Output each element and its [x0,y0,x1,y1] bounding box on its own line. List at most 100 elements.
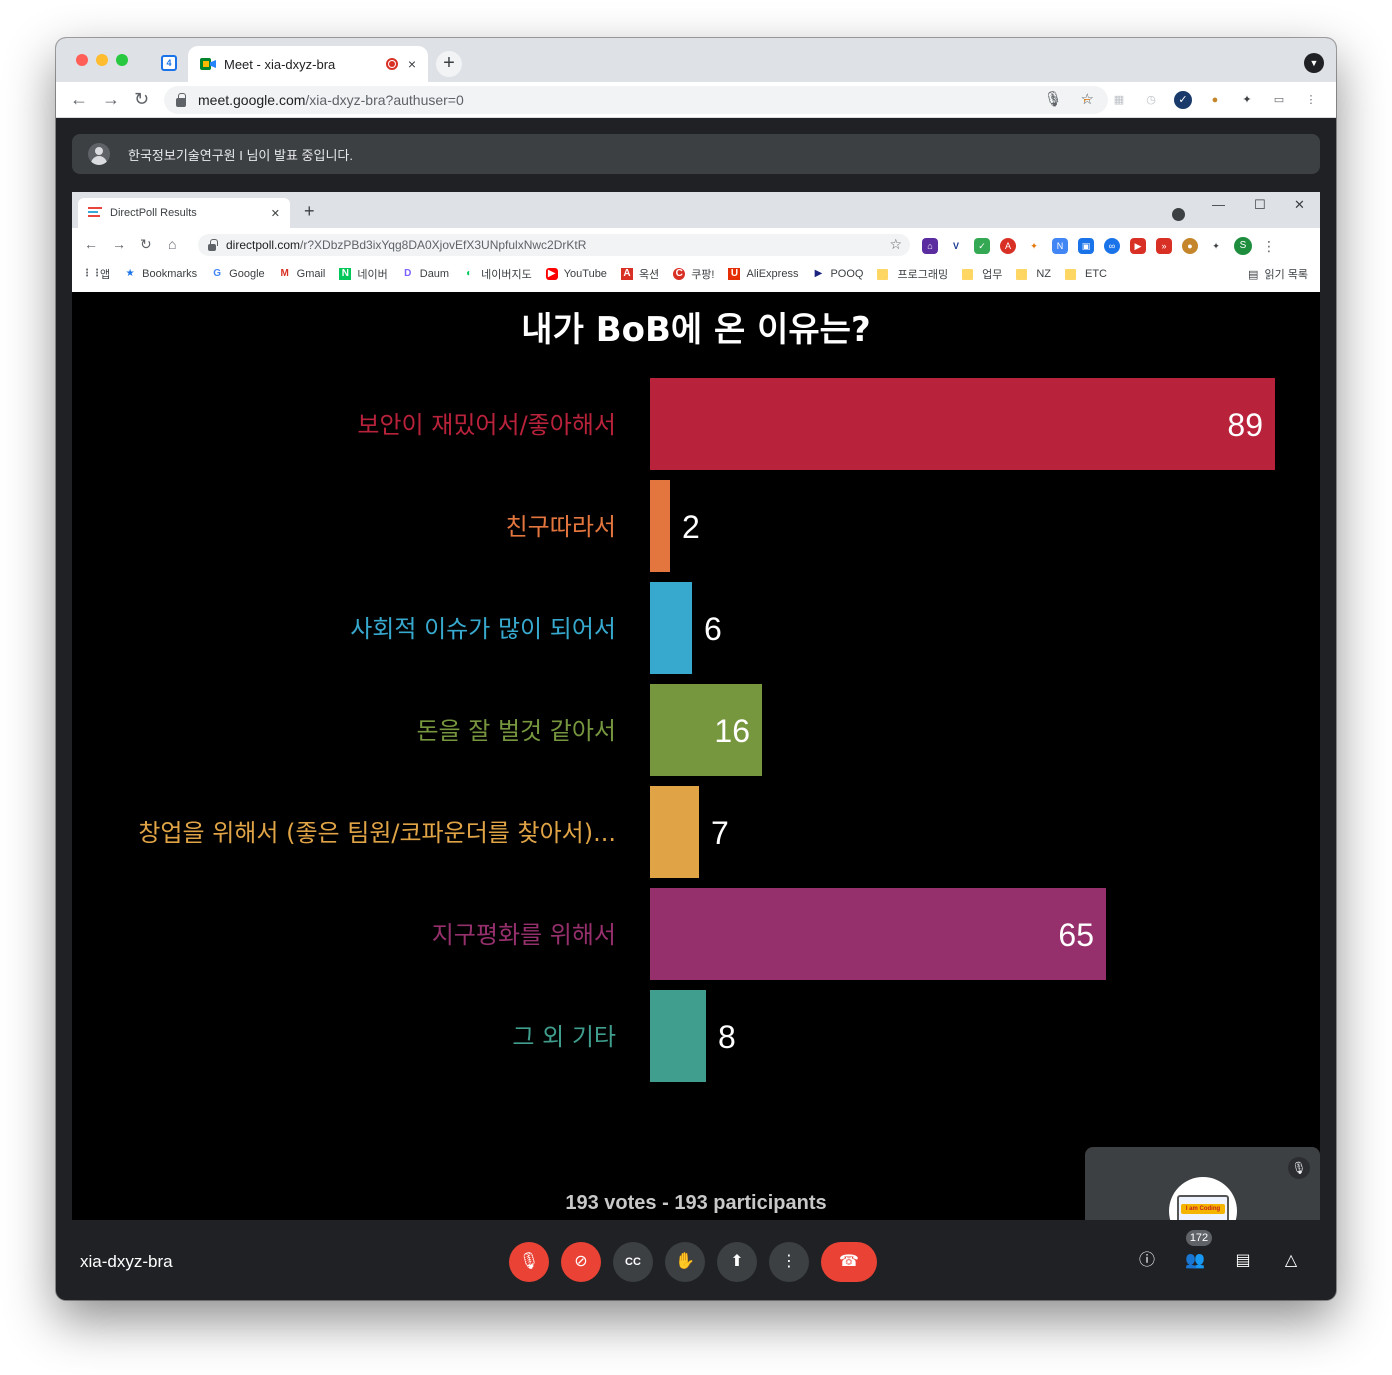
aliexpress-icon: U [728,268,741,280]
bar-value-label: 16 [714,713,750,749]
url-path: /xia-dxyz-bra?authuser=0 [305,92,464,108]
bar-value-label: 2 [682,509,700,545]
home-icon: ⌂ [168,236,177,252]
minimize-window-button[interactable] [96,54,108,66]
reload-icon[interactable]: ↻ [134,90,149,108]
bookmark-folder-programming: 프로그래밍 [897,269,949,281]
clock-extension-icon[interactable]: ◷ [1142,91,1160,109]
close-window-button[interactable] [76,54,88,66]
puzzle-extensions-icon[interactable]: ✦ [1238,91,1256,109]
bar [650,990,706,1082]
ext-loop-icon: ∞ [1104,238,1120,254]
avatar-logo: I am Coding [1181,1204,1225,1214]
eyedropper-extension-icon[interactable]: ✎ [1046,91,1064,109]
participants-icon[interactable]: 👥 172 [1184,1230,1212,1272]
camera-off-icon[interactable]: ⊘ [561,1242,601,1282]
cast-extension-icon[interactable]: ▭ [1270,91,1288,109]
folder-icon [1016,268,1028,280]
check-extension-icon[interactable]: ✓ [1174,91,1192,109]
poll-title: 내가 BoB에 온 이유는? [521,310,871,350]
url-host: meet.google.com [198,92,306,108]
mic-off-icon[interactable]: 🎙 [509,1242,549,1282]
cookie-extension-icon[interactable]: ● [1206,91,1224,109]
bookmark-folder-work: 업무 [982,269,1003,281]
address-bar[interactable]: meet.google.com/xia-dxyz-bra?authuser=0 … [164,86,1108,114]
shared-profile-avatar: S [1234,237,1252,255]
captions-icon[interactable]: CC [613,1242,653,1282]
lock-icon [176,92,186,107]
more-options-icon[interactable]: ⋮ [769,1242,809,1282]
reading-list-label: 읽기 목록 [1264,269,1308,281]
bar-value-label: 6 [704,611,722,647]
google-meet-icon [200,57,216,71]
info-icon[interactable]: ⓘ [1136,1250,1158,1272]
shared-lock-icon [208,238,218,251]
ext-house-icon: ⌂ [922,238,938,254]
apps-grid-icon: ⋮⋮ [82,268,102,279]
activities-icon[interactable]: △ [1280,1250,1302,1272]
tag-extension-icon[interactable]: ⌐ [1078,91,1096,109]
bar-label: 친구따라서 [506,513,616,541]
grid-extension-icon[interactable]: ▦ [1110,91,1128,109]
bookmark-pooq: POOQ [830,268,864,280]
extensions-row: ✎ ⌐ ▦ ◷ ✓ ● ✦ ▭ ⋮ [1046,91,1320,109]
more-menu-icon[interactable]: ⋮ [1302,91,1320,109]
pinned-tab-calendar[interactable]: 4 [152,48,186,78]
call-controls: 🎙 ⊘ CC ✋ ⬆ ⋮ ☎ [509,1242,877,1282]
auction-icon: A [620,268,633,280]
ext-bird-icon: ✦ [1030,241,1038,251]
shared-tab-strip: DirectPoll Results ✕ + — ☐ ✕ [72,192,1320,228]
browser-window: 4 Meet - xia-dxyz-bra × + ▼ ← → ↻ meet.g… [56,38,1336,1300]
minimize-icon: — [1212,197,1225,212]
meeting-code: xia-dxyz-bra [80,1252,173,1271]
bookmark-youtube: YouTube [563,268,607,280]
folder-icon [962,268,974,280]
forward-arrow-icon[interactable]: → [102,90,120,108]
zoom-window-button[interactable] [116,54,128,66]
shared-address-bar: directpoll.com/r?XDbzPBd3ixYqg8DA0XjovEf… [198,234,910,256]
bar-label: 그 외 기타 [512,1023,616,1051]
new-tab-button[interactable]: + [436,51,462,77]
google-icon: G [213,268,222,279]
browser-toolbar: ← → ↻ meet.google.com/xia-dxyz-bra?authu… [56,82,1336,118]
star-icon: ★ [125,268,135,279]
present-icon[interactable]: ⬆ [717,1242,757,1282]
bookmark-naver-map: 네이버지도 [481,269,532,281]
raise-hand-icon[interactable]: ✋ [665,1242,705,1282]
shared-tab-title: DirectPoll Results [110,207,197,219]
naver-map-icon: ◐ [466,268,473,279]
back-arrow-icon[interactable]: ← [70,90,88,108]
directpoll-icon [88,207,102,219]
naver-icon: N [339,268,352,280]
bar-label: 창업을 위해서 (좋은 팀원/코파운더를 찾아서)... [138,819,616,847]
bar-label: 사회적 이슈가 많이 되어서 [350,615,616,643]
coupang-icon: C [673,268,686,280]
muted-mic-icon: 🎙 [1288,1157,1310,1179]
shared-tab-directpoll: DirectPoll Results ✕ [78,198,290,228]
presenting-text: 한국정보기술연구원 I 님이 발표 중입니다. [128,147,353,163]
bar-label: 지구평화를 위해서 [432,921,616,949]
ext-cookie-icon: ● [1182,238,1198,254]
bookmark-naver: 네이버 [357,269,388,281]
ext-abp-icon: A [1000,238,1016,254]
end-call-icon[interactable]: ☎ [821,1242,877,1282]
bar-value-label: 65 [1058,917,1094,953]
bar [650,888,1106,980]
tab-meet[interactable]: Meet - xia-dxyz-bra × [188,46,428,82]
meet-area: 한국정보기술연구원 I 님이 발표 중입니다. DirectPoll Resul… [56,118,1336,1300]
reading-list: ▤ 읽기 목록 [1248,266,1308,282]
shared-forward-icon: → [112,236,126,252]
tab-close-button[interactable]: × [408,56,416,72]
shared-reload-icon: ↻ [140,236,152,252]
bookmarks-bar: ⋮⋮ 앱 ★ Bookmarks G Google M Gmail N 네이버 D Daum… [82,266,1121,282]
bookmark-gmail: Gmail [296,268,326,280]
self-view-tile[interactable]: 🎙 I am Coding 나 [1085,1147,1320,1220]
close-icon: ✕ [1294,197,1305,212]
recording-icon [385,58,398,70]
chevron-down-icon[interactable]: ▼ [1304,53,1324,73]
gmail-icon: M [280,268,289,279]
bar [650,786,699,878]
chat-icon[interactable]: ▤ [1232,1250,1254,1272]
presenting-banner: 한국정보기술연구원 I 님이 발표 중입니다. [72,134,1320,174]
ext-puzzle-icon: ✦ [1212,241,1220,251]
